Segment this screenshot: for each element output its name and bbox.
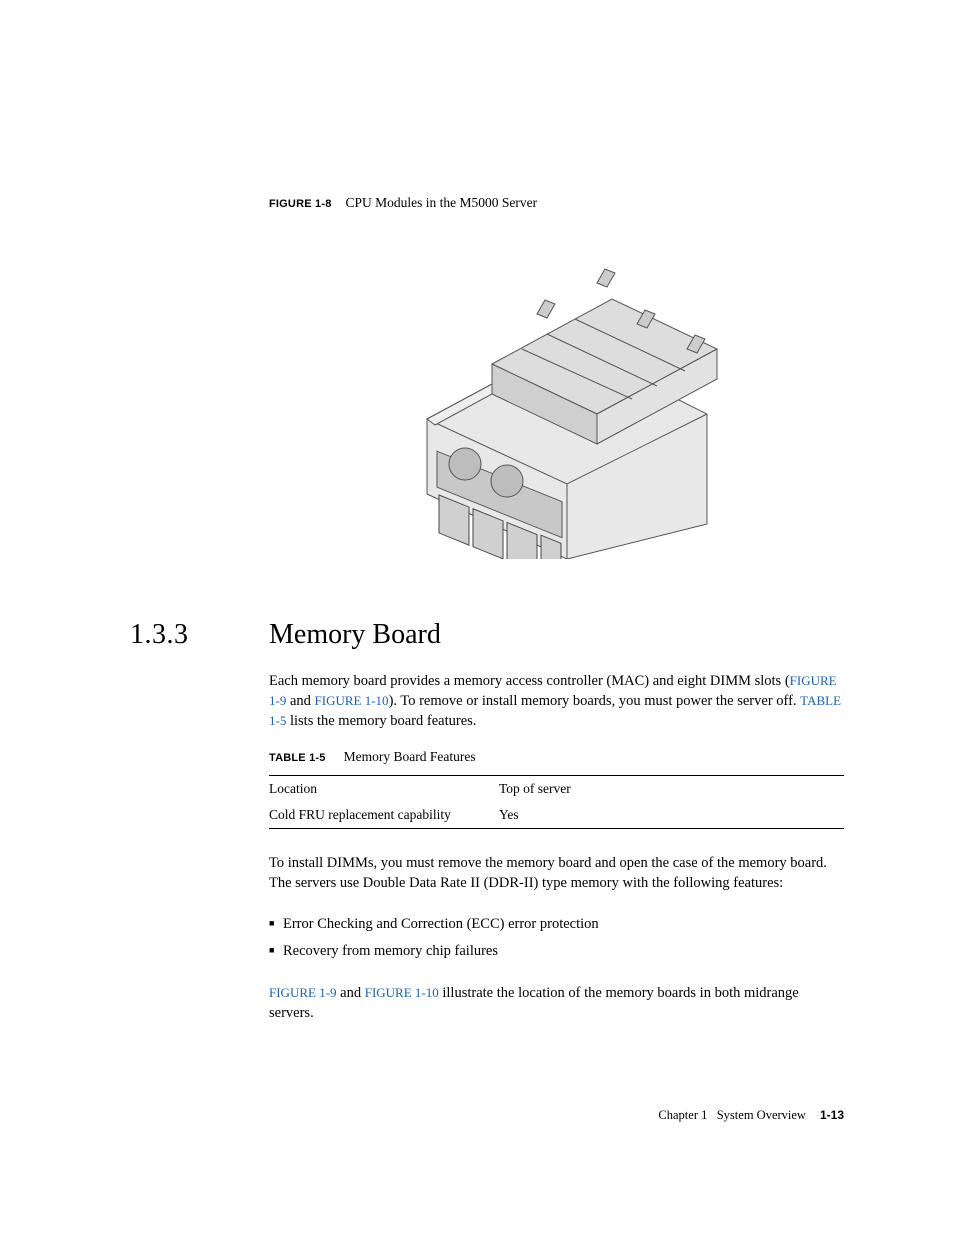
section-heading: 1.3.3 Memory Board — [130, 619, 844, 651]
link-figure-1-10[interactable]: FIGURE 1-10 — [315, 693, 389, 708]
section-number: 1.3.3 — [130, 619, 269, 651]
section-title: Memory Board — [269, 619, 441, 651]
footer-chapter: Chapter 1 — [658, 1108, 707, 1122]
footer-chapter-title: System Overview — [717, 1108, 806, 1122]
link-figure-1-10[interactable]: FIGURE 1-10 — [365, 985, 439, 1000]
memory-board-features-table: Location Top of server Cold FRU replacem… — [269, 775, 844, 829]
paragraph-intro: Each memory board provides a memory acce… — [269, 671, 844, 731]
figure-label: FIGURE 1-8 — [269, 198, 332, 210]
table-row: Location Top of server — [269, 776, 844, 803]
page-footer: Chapter 1 System Overview 1-13 — [658, 1108, 844, 1123]
figure-caption: FIGURE 1-8 CPU Modules in the M5000 Serve… — [269, 195, 844, 211]
list-item: Error Checking and Correction (ECC) erro… — [283, 911, 844, 938]
footer-page-number: 1-13 — [820, 1108, 844, 1122]
paragraph-install: To install DIMMs, you must remove the me… — [269, 853, 844, 893]
table-caption-text: Memory Board Features — [344, 749, 476, 764]
list-item: Recovery from memory chip failures — [283, 938, 844, 965]
figure-image — [269, 229, 844, 564]
table-cell-key: Location — [269, 776, 499, 803]
table-cell-value: Top of server — [499, 776, 844, 803]
table-caption: TABLE 1-5 Memory Board Features — [269, 749, 844, 765]
table-label: TABLE 1-5 — [269, 752, 326, 764]
table-cell-key: Cold FRU replacement capability — [269, 802, 499, 829]
paragraph-figures: FIGURE 1-9 and FIGURE 1-10 illustrate th… — [269, 983, 844, 1023]
feature-list: Error Checking and Correction (ECC) erro… — [269, 911, 844, 965]
link-figure-1-9[interactable]: FIGURE 1-9 — [269, 985, 337, 1000]
server-illustration-icon — [387, 229, 727, 559]
table-row: Cold FRU replacement capability Yes — [269, 802, 844, 829]
figure-caption-text: CPU Modules in the M5000 Server — [346, 195, 538, 210]
table-cell-value: Yes — [499, 802, 844, 829]
